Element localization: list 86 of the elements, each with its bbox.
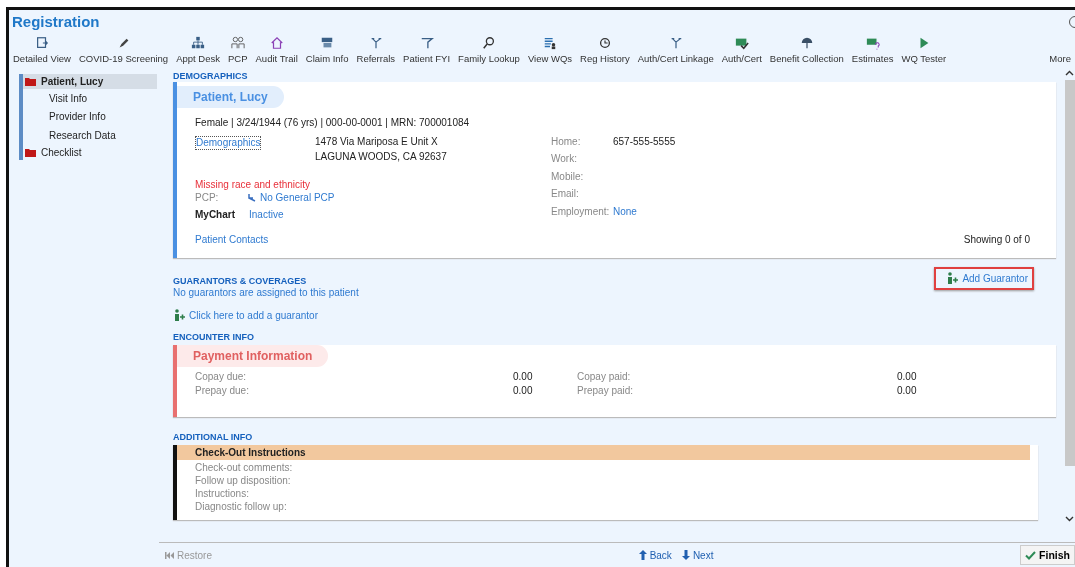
toolbar-button[interactable]: WQ Tester: [897, 36, 951, 64]
field-label: Prepay due:: [195, 385, 250, 396]
field-label: Diagnostic follow up:: [194, 500, 288, 512]
amount-value: 0.00: [513, 385, 534, 396]
amount-value: 0.00: [513, 371, 534, 382]
field-label: Copay due:: [195, 371, 248, 382]
people-icon: [230, 36, 245, 50]
arrow-down-icon: [681, 550, 690, 560]
contact-label: Employment:: [551, 205, 611, 219]
section-heading: GUARANTORS & COVERAGES: [173, 275, 308, 287]
contact-value: 657-555-5555: [613, 136, 676, 149]
tree-item[interactable]: Checklist: [23, 144, 157, 160]
patient-summary: Female | 3/24/1944 (76 yrs) | 000-00-0001 | MRN: 700001084: [194, 116, 471, 128]
toolbar-button[interactable]: Claim Info: [301, 36, 353, 64]
contact-label: Mobile:: [551, 170, 585, 184]
toolbar-button[interactable]: Appt Desk: [172, 36, 224, 64]
person-add-icon: [946, 272, 960, 285]
section-heading: ADDITIONAL INFO: [173, 431, 254, 443]
employment-link[interactable]: None: [613, 205, 676, 220]
amount-value: 0.00: [897, 371, 918, 382]
org-chart-icon: [191, 36, 206, 50]
tree-item[interactable]: Patient, Lucy: [23, 74, 157, 89]
amount-value: 0.00: [897, 385, 918, 396]
field-label: Check-out comments:: [194, 461, 294, 473]
history-icon: [597, 36, 612, 50]
contact-label: Home:: [551, 136, 582, 149]
patient-contacts-link[interactable]: Patient Contacts: [195, 234, 269, 245]
more-button[interactable]: More: [1049, 53, 1071, 64]
window-title: Registration: [12, 13, 100, 30]
scroll-down-icon[interactable]: [1065, 516, 1074, 522]
toolbar-button[interactable]: Estimates: [847, 36, 898, 64]
toolbar-button[interactable]: Benefit Collection: [765, 36, 848, 64]
folder-icon: [25, 147, 37, 157]
warning-text: Missing race and ethnicity: [195, 179, 311, 190]
toolbar-button[interactable]: Detailed View: [9, 36, 75, 64]
section-heading: DEMOGRAPHICS: [173, 70, 249, 82]
field-label: Copay paid:: [577, 371, 632, 382]
check-card-icon: [734, 36, 749, 50]
scroll-up-icon[interactable]: [1065, 70, 1074, 76]
back-button[interactable]: Back: [638, 549, 672, 561]
arrow-icon: [247, 193, 256, 202]
umbrella-icon: [799, 36, 814, 50]
contact-label: Work:: [551, 153, 578, 167]
add-guarantor-button[interactable]: Add Guarantor: [934, 267, 1034, 290]
card-title: Check-Out Instructions: [177, 445, 1030, 460]
address-line: LAGUNA WOODS, CA 92637: [315, 151, 448, 163]
field-label: Instructions:: [194, 487, 250, 499]
person-add-icon: [173, 309, 186, 322]
toolbar-button[interactable]: Family Lookup: [454, 36, 524, 64]
house-icon: [269, 36, 284, 50]
field-label: Prepay paid:: [577, 385, 635, 396]
toolbar-button[interactable]: Referrals: [352, 36, 400, 64]
toolbar-button[interactable]: PCP: [224, 36, 252, 64]
tree-item[interactable]: Research Data: [23, 126, 157, 145]
add-guarantor-link[interactable]: Click here to add a guarantor: [173, 309, 318, 322]
list-person-icon: [542, 36, 557, 50]
tree-item[interactable]: Provider Info: [23, 107, 157, 126]
toolbar-button[interactable]: Auth/Cert: [717, 36, 766, 64]
status-link[interactable]: Inactive: [249, 209, 284, 220]
field-label: PCP:: [195, 192, 220, 203]
toolbar-button[interactable]: View WQs: [523, 36, 577, 64]
card-title: Payment Information: [177, 345, 329, 367]
field-label: Follow up disposition:: [194, 474, 292, 486]
toolbar-button[interactable]: Auth/Cert Linkage: [633, 36, 718, 64]
address-line: 1478 Via Mariposa E Unit X: [315, 136, 439, 148]
search-icon: [482, 36, 496, 50]
tree-item[interactable]: Visit Info: [23, 89, 157, 108]
toolbar-button[interactable]: COVID-19 Screening: [74, 36, 173, 64]
money-question-icon: [865, 36, 880, 50]
skip-back-icon: [165, 551, 174, 559]
no-guarantors-message: No guarantors are assigned to this patient: [173, 287, 359, 298]
contact-label: Email:: [551, 188, 580, 202]
next-button[interactable]: Next: [681, 549, 714, 561]
toolbar-button[interactable]: Patient FYI: [399, 36, 455, 64]
field-label: MyChart: [195, 209, 236, 220]
toolbar-button[interactable]: Audit Trail: [251, 36, 302, 64]
card-title: Patient, Lucy: [177, 86, 284, 108]
showing-count: Showing 0 of 0: [963, 234, 1030, 245]
checkmark-icon: [1025, 550, 1037, 560]
demographics-link[interactable]: Demographics: [195, 136, 262, 150]
finish-button[interactable]: Finish: [1020, 545, 1075, 565]
section-heading: ENCOUNTER INFO: [173, 331, 255, 343]
pcp-link[interactable]: No General PCP: [260, 192, 335, 203]
folder-icon: [25, 77, 37, 86]
toolbar-button[interactable]: Reg History: [576, 36, 634, 64]
arrow-up-icon: [638, 550, 647, 560]
